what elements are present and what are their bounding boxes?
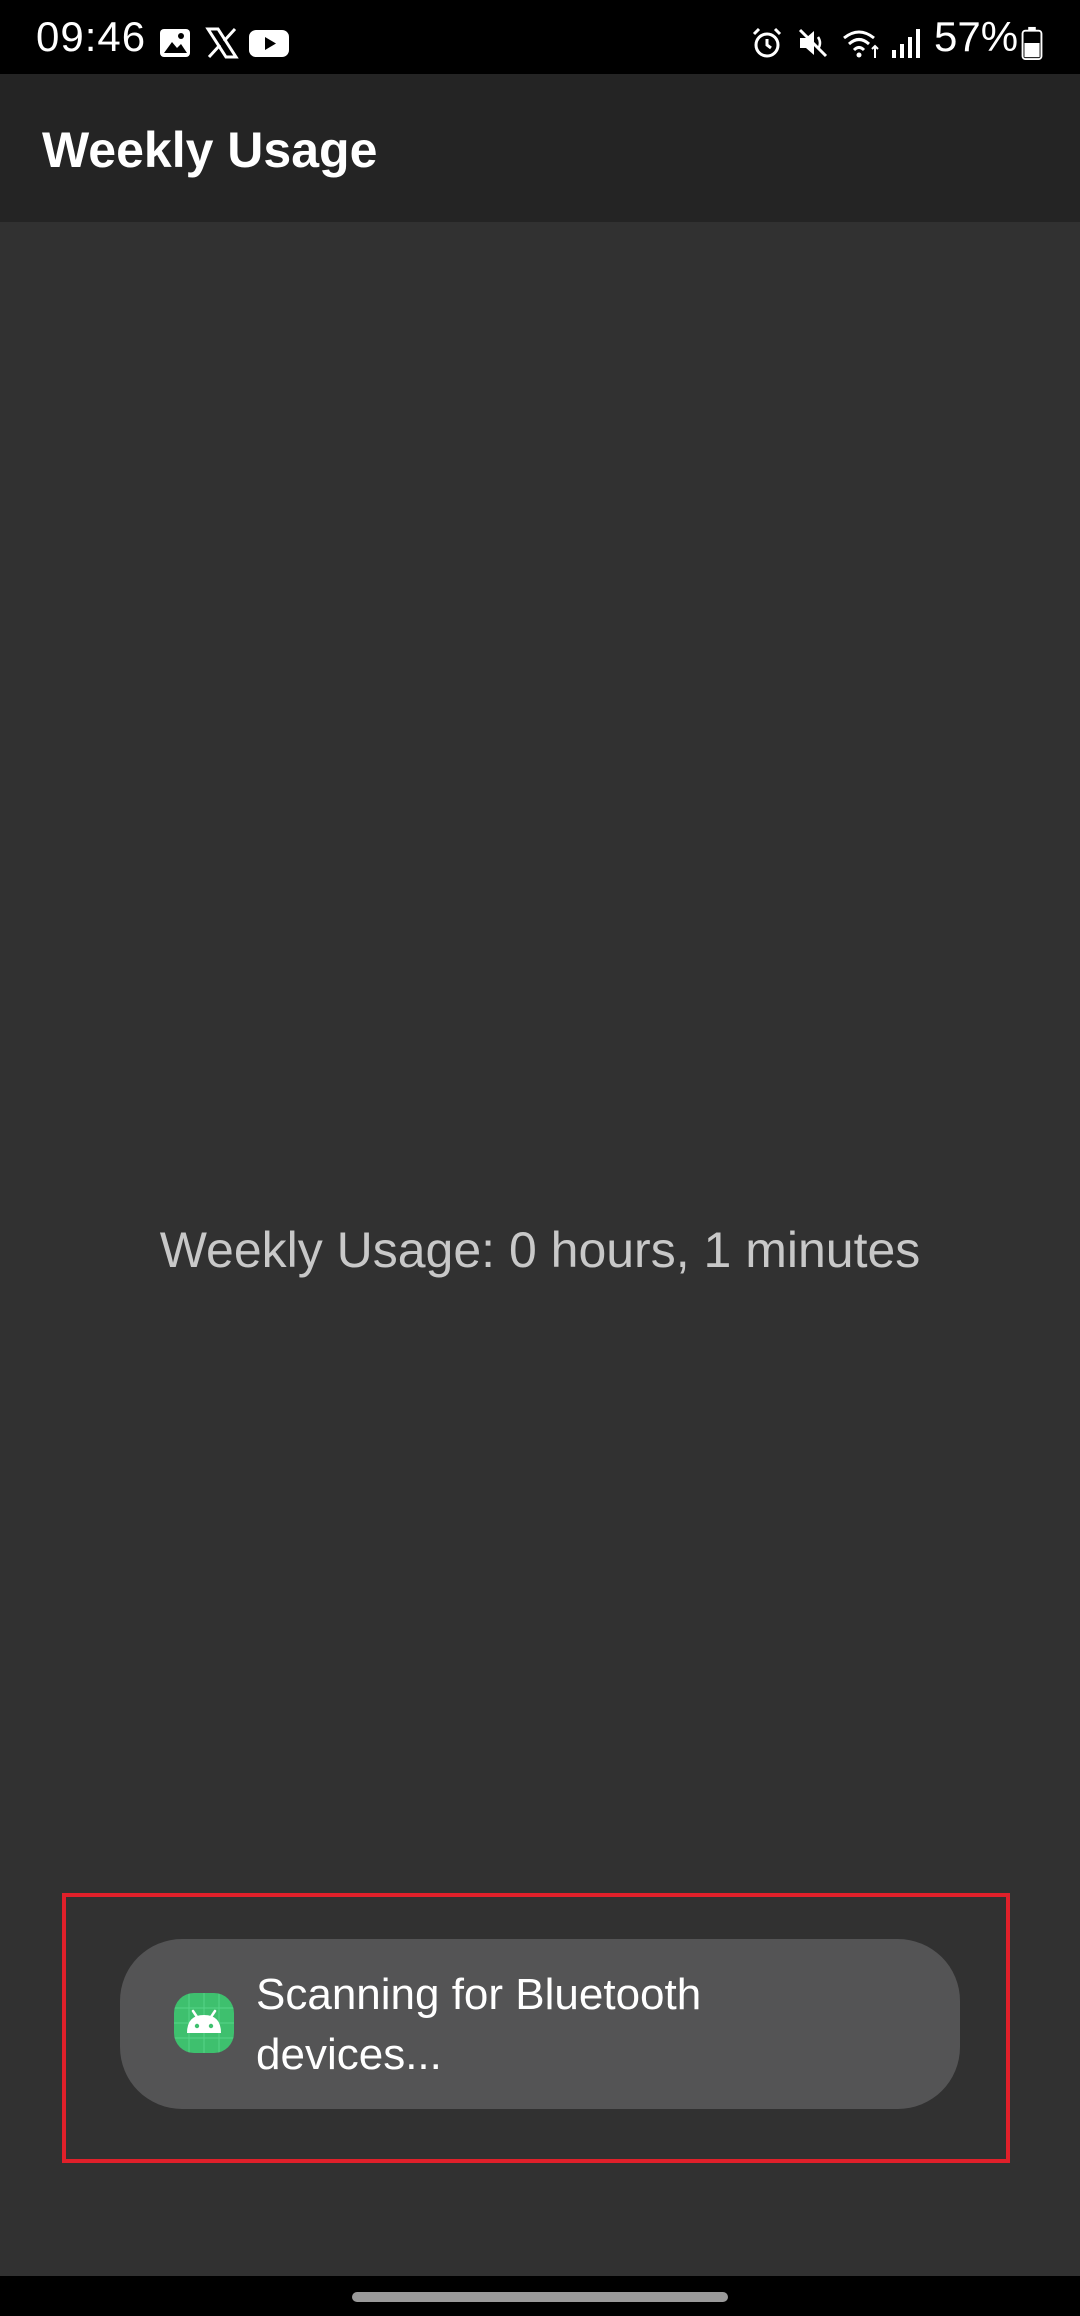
youtube-icon (249, 30, 289, 57)
page-title: Weekly Usage (42, 122, 378, 178)
toast-text: Scanning for Bluetooth devices... (256, 1970, 702, 2079)
toast-message: Scanning for Bluetooth devices... (120, 1939, 960, 2109)
home-gesture-handle[interactable] (352, 2292, 728, 2302)
battery-icon (1021, 26, 1043, 60)
wifi-icon (843, 30, 879, 58)
app-bar: Weekly Usage (0, 74, 1080, 222)
screen: 09:46 57% Weekly Usage Weekly Usage: 0 h… (0, 0, 1080, 2316)
status-bar: 09:46 57% (0, 0, 1080, 74)
mute-icon (798, 28, 828, 58)
android-icon (174, 1993, 234, 2053)
alarm-icon (752, 27, 782, 58)
gallery-icon (160, 29, 190, 57)
x-icon (205, 27, 239, 59)
battery-percentage: 57% (934, 13, 1019, 60)
navigation-bar (0, 2276, 1080, 2316)
signal-icon (892, 29, 920, 58)
weekly-usage-text: Weekly Usage: 0 hours, 1 minutes (159, 1222, 921, 1278)
status-time: 09:46 (36, 13, 147, 60)
